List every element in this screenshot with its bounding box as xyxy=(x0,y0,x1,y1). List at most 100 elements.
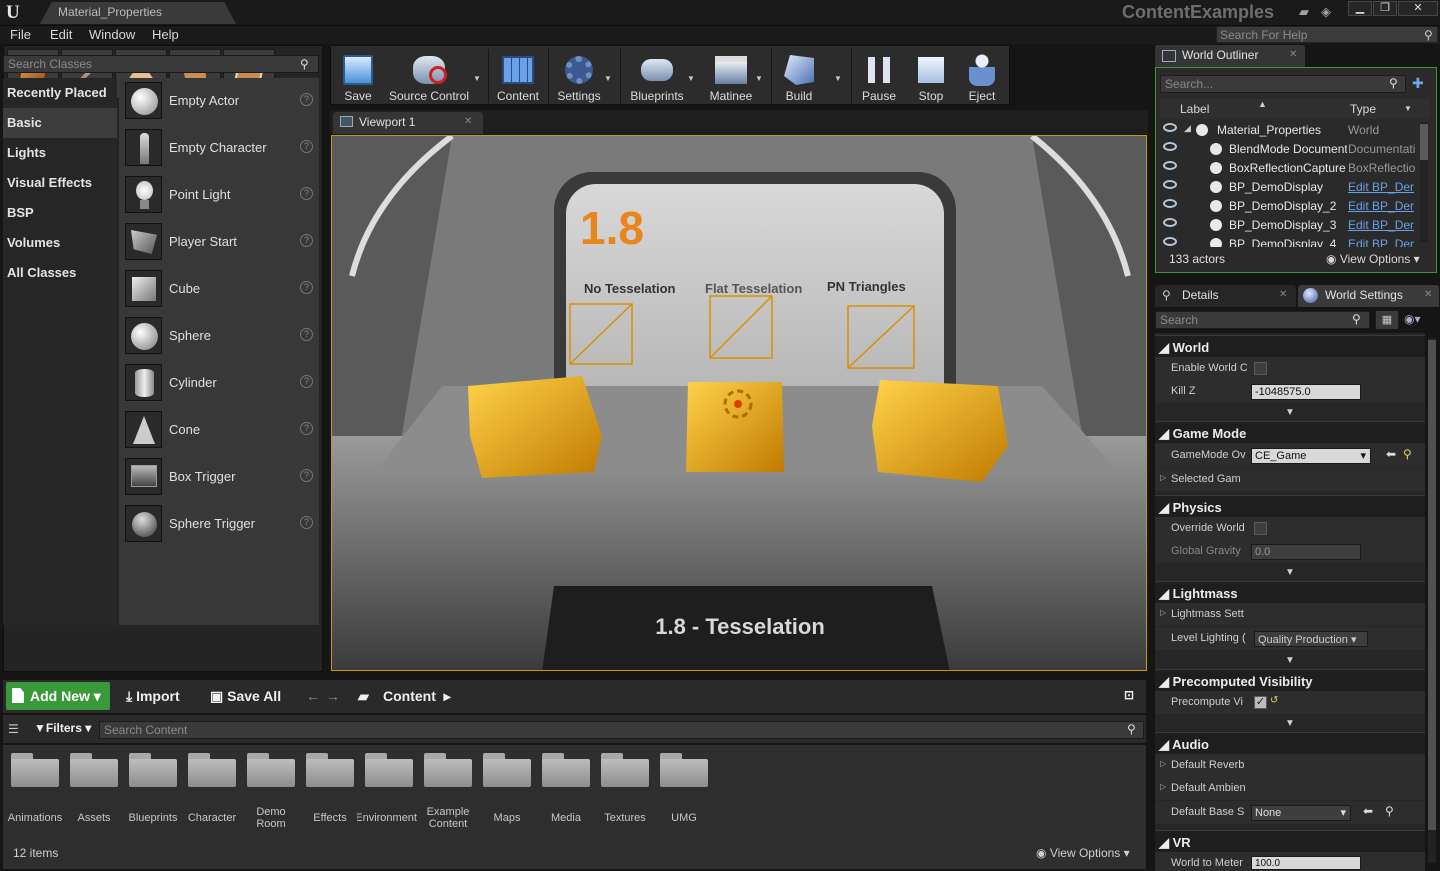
folder-label-umg[interactable]: UMG xyxy=(649,812,719,824)
edit-blueprint-link[interactable]: Edit BP_Der xyxy=(1348,199,1418,213)
import-button[interactable]: ⤓ Import xyxy=(126,688,180,705)
eject-button[interactable]: Eject xyxy=(959,46,1005,106)
eye-icon[interactable]: ◉▾ xyxy=(1404,312,1421,326)
outliner-row[interactable]: BP_DemoDisplay_4 Edit BP_Der xyxy=(1160,235,1418,247)
stop-button[interactable]: Stop xyxy=(908,46,954,106)
edit-blueprint-link[interactable]: Edit BP_Der xyxy=(1348,180,1418,194)
outliner-search-input[interactable]: Search... xyxy=(1160,75,1406,93)
gravity-field[interactable]: 0.0 xyxy=(1251,544,1361,560)
place-item-sphere-trigger[interactable]: Sphere Trigger ? xyxy=(119,501,319,548)
category-all-classes[interactable]: All Classes xyxy=(3,258,117,288)
edit-blueprint-link[interactable]: Edit BP_Der xyxy=(1348,237,1418,247)
path-breadcrumb[interactable]: Content ▸ xyxy=(383,688,451,705)
expand-arrow-icon[interactable]: ▷ xyxy=(1160,473,1166,482)
outliner-view-options-button[interactable]: ◉ View Options ▾ xyxy=(1326,252,1420,266)
category-game-mode[interactable]: ◢ Game Mode xyxy=(1155,421,1425,443)
search-icon[interactable]: ⚲ xyxy=(1127,722,1136,736)
chevron-down-icon[interactable]: ▼ xyxy=(1285,567,1295,578)
folder-icon[interactable] xyxy=(129,753,177,787)
place-item-empty-character[interactable]: Empty Character ? xyxy=(119,125,319,172)
chevron-down-icon[interactable]: ▼ xyxy=(1285,655,1295,666)
chevron-down-icon[interactable]: ▼ xyxy=(755,74,763,83)
search-content-input[interactable]: Search Content xyxy=(99,721,1144,739)
folder-label-character[interactable]: Character xyxy=(177,812,247,824)
search-icon[interactable]: ⚲ xyxy=(1389,76,1398,90)
search-classes-input[interactable]: Search Classes xyxy=(3,55,319,73)
category-world[interactable]: ◢ World xyxy=(1155,335,1425,357)
close-icon[interactable]: ✕ xyxy=(1424,289,1432,300)
category-recently-placed[interactable]: Recently Placed xyxy=(3,78,117,108)
menu-window[interactable]: Window xyxy=(89,27,135,42)
close-button[interactable]: ✕ xyxy=(1398,1,1438,16)
folder-label-demo-room[interactable]: Demo Room xyxy=(246,806,296,830)
column-type[interactable]: Type xyxy=(1350,102,1376,116)
checkbox-checked[interactable]: ✓ xyxy=(1254,696,1267,709)
outliner-row[interactable]: BP_DemoDisplay_3 Edit BP_Der xyxy=(1160,216,1418,235)
category-lightmass[interactable]: ◢ Lightmass xyxy=(1155,581,1425,603)
menu-file[interactable]: File xyxy=(10,27,31,42)
lighting-quality-select[interactable]: Quality Production ▾ xyxy=(1254,631,1368,647)
visibility-eye-icon[interactable] xyxy=(1163,161,1177,170)
reset-to-default-icon[interactable]: ↺ xyxy=(1270,695,1278,706)
gamemode-select[interactable]: CE_Game ▾ xyxy=(1251,448,1371,464)
place-item-empty-actor[interactable]: Empty Actor ? xyxy=(119,78,319,125)
path-content[interactable]: Content xyxy=(383,688,436,704)
feedback-icon[interactable]: ◈ xyxy=(1318,5,1334,19)
search-icon[interactable]: ⚲ xyxy=(300,57,309,71)
kill-z-field[interactable]: -1048575.0 xyxy=(1251,384,1361,400)
help-icon[interactable]: ? xyxy=(300,328,313,341)
place-item-sphere[interactable]: Sphere ? xyxy=(119,313,319,360)
folder-icon[interactable] xyxy=(247,753,295,787)
place-item-cylinder[interactable]: Cylinder ? xyxy=(119,360,319,407)
place-item-cone[interactable]: Cone ? xyxy=(119,407,319,454)
world-to-meters-field[interactable]: 100.0 xyxy=(1251,856,1361,870)
category-volumes[interactable]: Volumes xyxy=(3,228,117,258)
category-lights[interactable]: Lights xyxy=(3,138,117,168)
blueprints-button[interactable]: Blueprints xyxy=(625,46,689,106)
folder-icon[interactable] xyxy=(601,753,649,787)
visibility-eye-icon[interactable] xyxy=(1163,142,1177,151)
browse-icon[interactable]: ⚲ xyxy=(1403,447,1412,461)
document-tab[interactable]: Material_Properties xyxy=(40,2,236,24)
folder-label-effects[interactable]: Effects xyxy=(295,812,365,824)
search-icon[interactable]: ⚲ xyxy=(1352,312,1361,326)
outliner-row[interactable]: BlendMode Document Documentati xyxy=(1160,140,1418,159)
outliner-row[interactable]: ◢ Material_Properties World xyxy=(1160,121,1418,140)
folder-label-environment[interactable]: Environment xyxy=(357,812,417,824)
cube-pn-triangles[interactable] xyxy=(872,380,1008,482)
add-folder-icon[interactable]: ✚ xyxy=(1412,75,1424,92)
build-button[interactable]: Build xyxy=(776,46,822,106)
visibility-eye-icon[interactable] xyxy=(1163,123,1177,132)
help-icon[interactable]: ? xyxy=(300,516,313,529)
place-item-point-light[interactable]: Point Light ? xyxy=(119,172,319,219)
column-label[interactable]: Label xyxy=(1180,102,1209,116)
search-icon[interactable]: ⚲ xyxy=(1424,28,1433,42)
folder-icon[interactable] xyxy=(660,753,708,787)
close-icon[interactable]: ✕ xyxy=(1279,289,1287,300)
chat-icon[interactable]: ▰ xyxy=(1296,5,1312,19)
history-forward-icon[interactable]: → xyxy=(326,688,340,704)
lock-icon[interactable]: ⊡ xyxy=(1124,688,1134,702)
property-matrix-icon[interactable]: ▦ xyxy=(1375,310,1399,330)
unreal-logo-icon[interactable]: U xyxy=(6,3,26,23)
details-scrollbar-thumb[interactable] xyxy=(1428,340,1436,830)
level-viewport[interactable]: 1.8 No Tesselation Flat Tesselation PN T… xyxy=(331,135,1147,671)
chevron-down-icon[interactable]: ▼ xyxy=(473,74,481,83)
folder-icon[interactable] xyxy=(424,753,472,787)
cube-no-tesselation[interactable] xyxy=(468,376,602,478)
category-audio[interactable]: ◢ Audio xyxy=(1155,732,1425,754)
chevron-down-icon[interactable]: ▼ xyxy=(687,74,695,83)
browse-icon[interactable]: ⚲ xyxy=(1385,804,1394,818)
world-outliner-tab[interactable]: World Outliner xyxy=(1155,45,1305,67)
category-precomputed-visibility[interactable]: ◢ Precomputed Visibility xyxy=(1155,669,1425,691)
help-icon[interactable]: ? xyxy=(300,469,313,482)
close-icon[interactable]: ✕ xyxy=(464,116,472,127)
matinee-button[interactable]: Matinee xyxy=(703,46,759,106)
expand-arrow-icon[interactable]: ▷ xyxy=(1160,608,1166,617)
outliner-row[interactable]: BP_DemoDisplay_2 Edit BP_Der xyxy=(1160,197,1418,216)
world-settings-tab[interactable]: World Settings xyxy=(1298,285,1439,307)
folder-icon[interactable] xyxy=(483,753,531,787)
menu-edit[interactable]: Edit xyxy=(50,27,72,42)
chevron-down-icon[interactable]: ▼ xyxy=(1285,407,1295,418)
category-visual-effects[interactable]: Visual Effects xyxy=(3,168,117,198)
